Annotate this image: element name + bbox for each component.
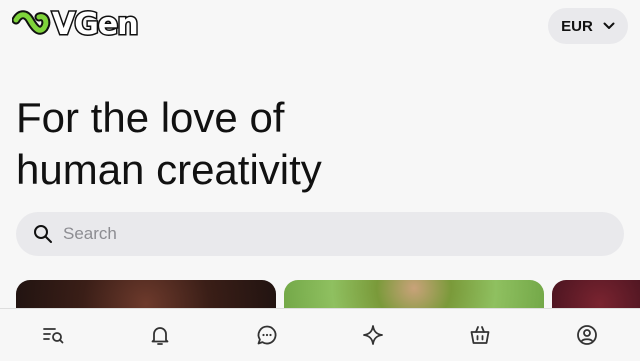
sparkle-icon — [363, 325, 384, 345]
hero-line-1: For the love of — [16, 94, 285, 141]
bottom-navigation — [0, 308, 640, 361]
search-bar[interactable] — [16, 212, 624, 256]
nav-shop[interactable] — [460, 315, 500, 355]
bell-icon — [151, 327, 169, 345]
user-circle-icon — [576, 325, 597, 345]
nav-sparkle[interactable] — [353, 315, 393, 355]
search-icon — [34, 225, 52, 243]
vgen-logo[interactable]: VGen — [12, 6, 141, 43]
top-bar: VGen EUR — [0, 0, 640, 52]
brand-name: VGen — [51, 6, 141, 43]
chevron-down-icon — [603, 22, 615, 29]
search-input[interactable] — [61, 223, 605, 245]
nav-notifications[interactable] — [140, 315, 180, 355]
chat-bubble-icon — [257, 325, 277, 345]
hero-line-2: human creativity — [16, 146, 322, 193]
shopping-bag-icon — [470, 326, 490, 344]
nav-discover[interactable] — [33, 315, 73, 355]
list-search-icon — [43, 328, 64, 344]
currency-selector[interactable]: EUR — [548, 8, 628, 44]
hero-heading: For the love of human creativity — [16, 92, 576, 196]
nav-messages[interactable] — [247, 315, 287, 355]
vgen-logo-mark-icon — [12, 10, 51, 35]
nav-profile[interactable] — [567, 315, 607, 355]
currency-label: EUR — [561, 17, 593, 35]
